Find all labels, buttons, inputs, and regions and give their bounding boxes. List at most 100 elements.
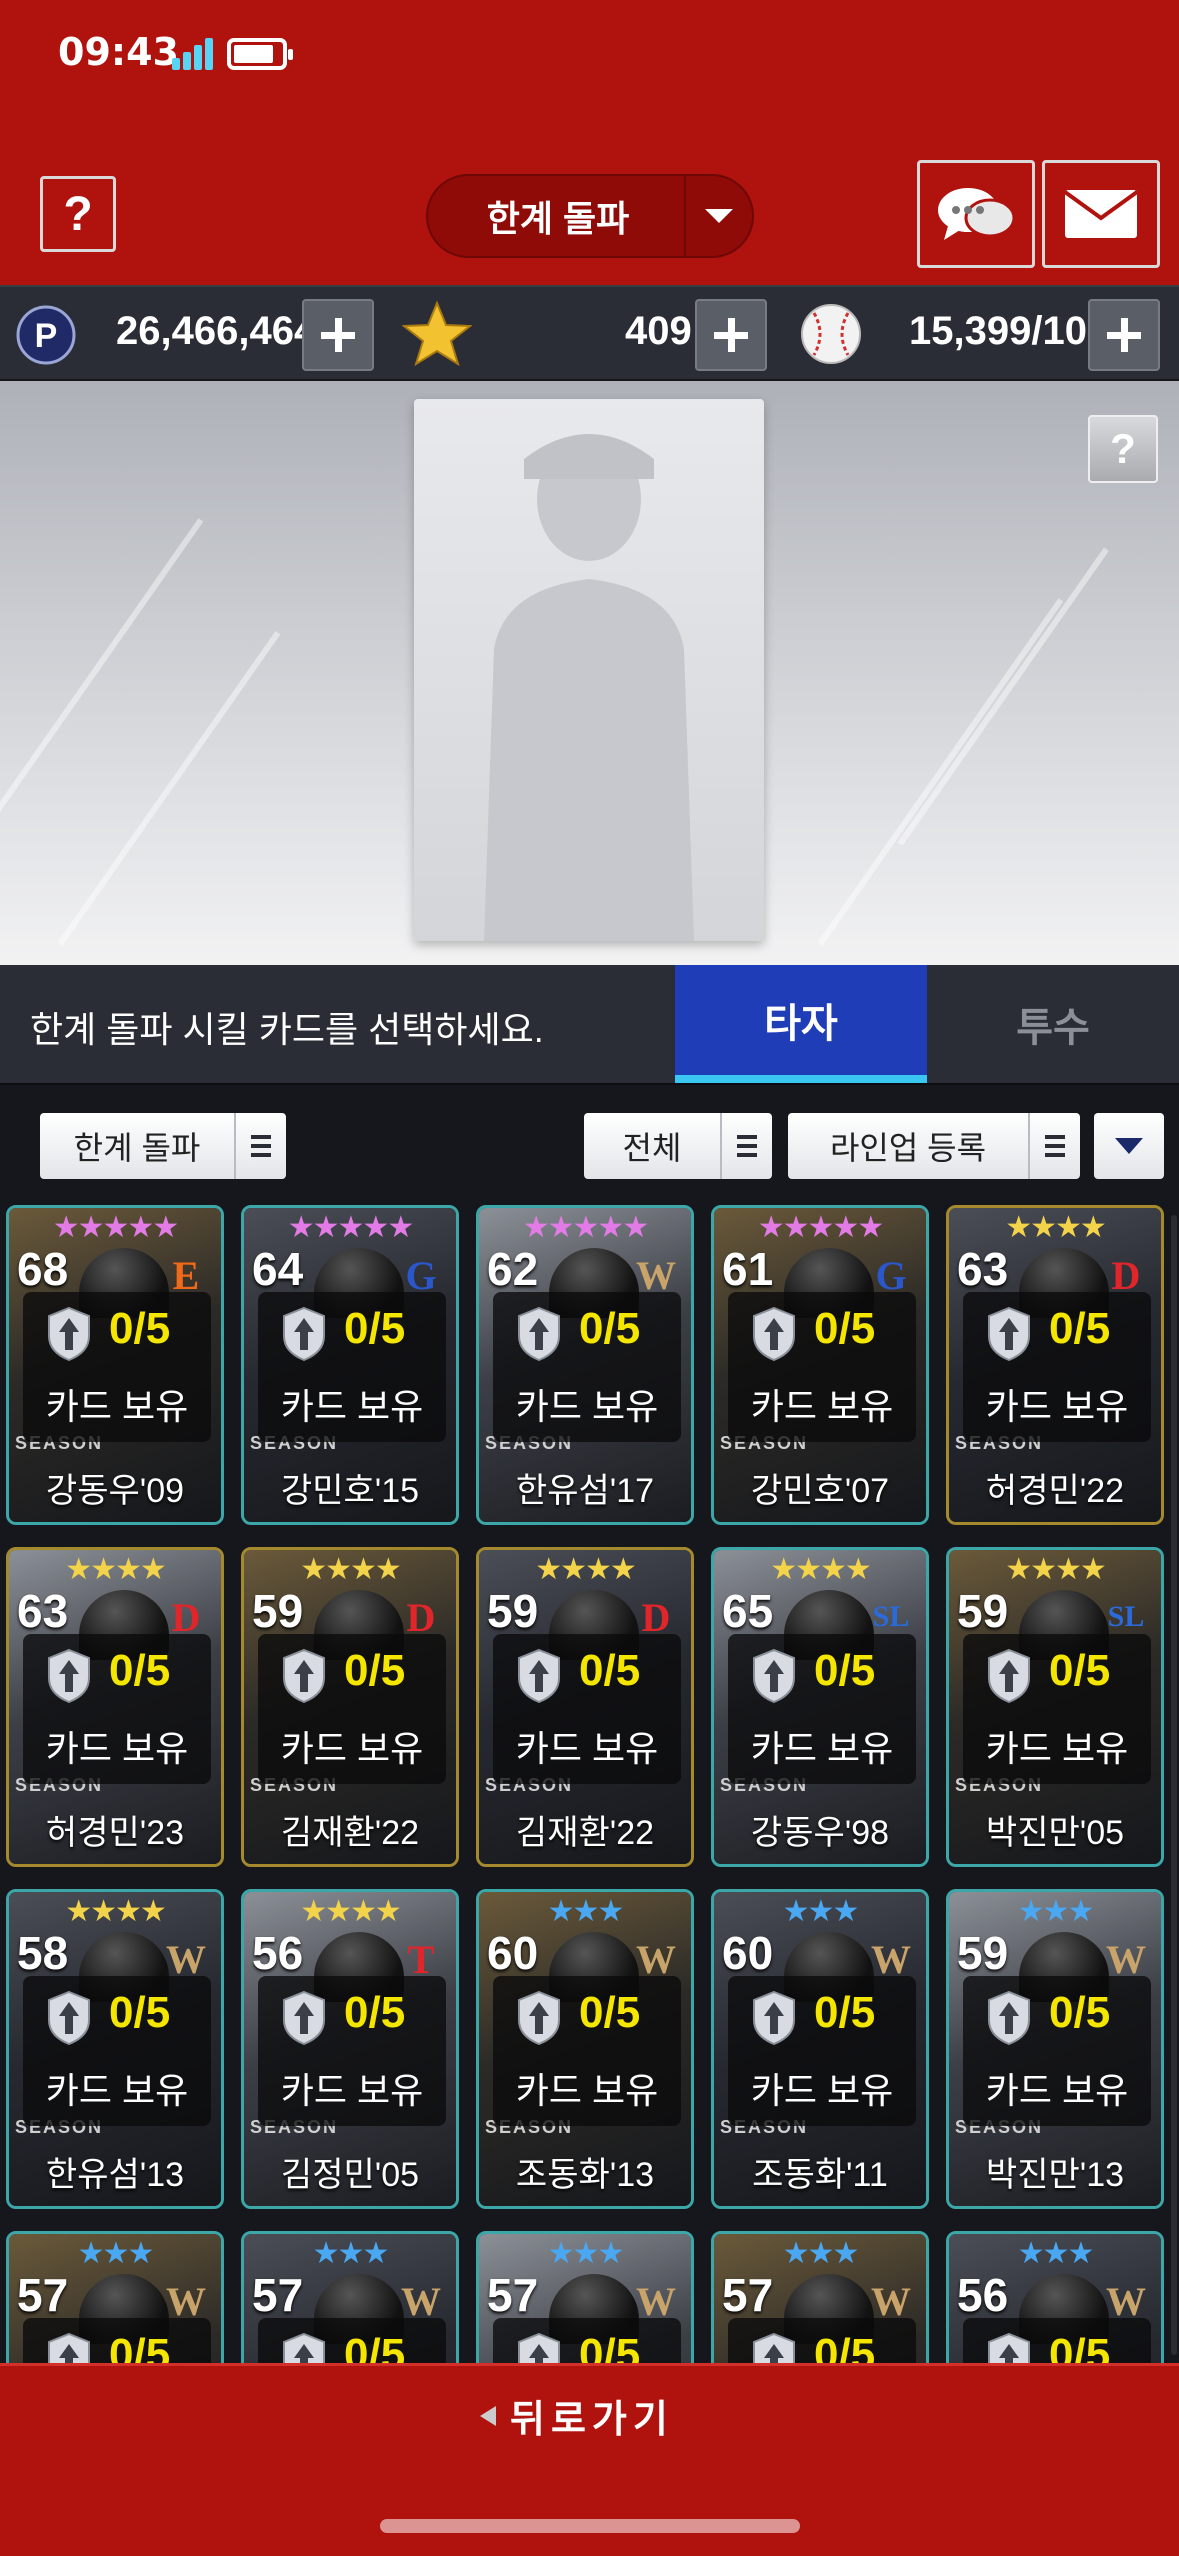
player-card[interactable]: ★★★56WSEASON0/5카드 보유 (946, 2231, 1164, 2363)
p-coin-icon: P (16, 305, 76, 365)
player-name: 강동우'09 (45, 1472, 185, 1510)
card-owned-label: 카드 보유 (750, 2070, 894, 2111)
points-value: 26,466,464 (116, 309, 317, 353)
player-card[interactable]: ★★★57WSEASON0/5카드 보유 (711, 2231, 929, 2363)
limit-break-count: 0/5 (344, 1646, 406, 1695)
player-card[interactable]: ★★★ 60 W SEASON 0/5 카드 보유 조동화'13 (476, 1889, 694, 2209)
limit-break-count: 0/5 (579, 1304, 641, 1353)
card-stars: ★★★ (77, 2236, 155, 2271)
card-status-overlay: 0/5카드 보유 (728, 1292, 916, 1442)
limit-break-count: 0/5 (1049, 1646, 1111, 1695)
card-owned-label: 카드 보유 (515, 2070, 659, 2111)
card-ovr: 65 (722, 1585, 774, 1637)
card-grid: ★★★★★ 68 E SEASON 0/5 카드 보유 강동우'09 ★★★★★ 64 G SEAS… (0, 1203, 1179, 2363)
limit-break-count: 0/5 (344, 1304, 406, 1353)
card-ovr: 62 (487, 1243, 539, 1295)
page-title: 한계 돌파 (486, 198, 630, 239)
player-card[interactable]: ★★★★ 59 SL SEASON 0/5 카드 보유 박진만'05 (946, 1547, 1164, 1867)
card-stars: ★★★ (1017, 2236, 1095, 2271)
player-card[interactable]: ★★★★★ 68 E SEASON 0/5 카드 보유 강동우'09 (6, 1205, 224, 1525)
card-status-overlay: 0/5카드 보유 (23, 1292, 211, 1442)
add-stars-button[interactable] (695, 299, 767, 371)
mode-filter-label: 한계 돌파 (73, 1130, 201, 1166)
card-stars: ★★★★ (300, 1552, 402, 1587)
player-card[interactable]: ★★★ 60 W SEASON 0/5 카드 보유 조동화'11 (711, 1889, 929, 2209)
player-card[interactable]: ★★★★ 59 D SEASON 0/5 카드 보유 김재환'22 (241, 1547, 459, 1867)
back-button[interactable]: 뒤로가기 (480, 2388, 674, 2443)
card-stars: ★★★★ (770, 1552, 872, 1587)
player-card[interactable]: ★★★★ 63 D SEASON 0/5 카드 보유 허경민'23 (6, 1547, 224, 1867)
player-card[interactable]: ★★★★ 58 W SEASON 0/5 카드 보유 한유섬'13 (6, 1889, 224, 2209)
chat-button[interactable] (917, 160, 1035, 268)
card-stars: ★★★ (547, 2236, 625, 2271)
help-button[interactable]: ? (40, 176, 116, 252)
tab-pitcher[interactable]: 투수 (927, 965, 1179, 1083)
card-ovr: 57 (252, 2269, 304, 2321)
selected-card-slot[interactable] (414, 399, 764, 941)
currency-bar: P 26,466,464 409 15,399/108 (0, 285, 1179, 381)
limit-break-icon (518, 2332, 560, 2363)
balls-value: 15,399/108 (909, 309, 1110, 353)
card-ovr: 63 (17, 1585, 69, 1637)
sort-dropdown-button[interactable] (1094, 1113, 1164, 1179)
limit-break-icon (518, 1648, 560, 1704)
limit-break-count: 0/5 (109, 1988, 171, 2037)
card-status-overlay: 0/5카드 보유 (493, 1634, 681, 1784)
player-name: 김재환'22 (280, 1814, 420, 1852)
mode-filter[interactable]: 한계 돌파 (40, 1113, 286, 1179)
chevron-down-icon[interactable] (684, 176, 752, 256)
limit-break-count: 0/5 (344, 1988, 406, 2037)
mode-selector[interactable]: 한계 돌파 (426, 174, 754, 258)
card-stars: ★★★★★ (52, 1210, 179, 1245)
limit-break-icon (48, 1648, 90, 1704)
player-card[interactable]: ★★★★ 63 D SEASON 0/5 카드 보유 허경민'22 (946, 1205, 1164, 1525)
card-status-overlay: 0/5카드 보유 (963, 1976, 1151, 2126)
battery-icon (227, 38, 293, 70)
player-card[interactable]: ★★★ 59 W SEASON 0/5 카드 보유 박진만'13 (946, 1889, 1164, 2209)
card-ovr: 59 (487, 1585, 539, 1637)
lineup-filter[interactable]: 라인업 등록 (788, 1113, 1080, 1179)
player-card[interactable]: ★★★57WSEASON0/5카드 보유 (6, 2231, 224, 2363)
card-status-overlay: 0/5카드 보유 (493, 1976, 681, 2126)
player-name: 강동우'98 (750, 1814, 890, 1852)
star-icon (402, 301, 472, 367)
card-status-overlay: 0/5카드 보유 (23, 1976, 211, 2126)
card-ovr: 60 (722, 1927, 774, 1979)
player-card[interactable]: ★★★57WSEASON0/5카드 보유 (476, 2231, 694, 2363)
chevron-down-icon (1115, 1138, 1143, 1154)
card-owned-label: 카드 보유 (515, 1728, 659, 1769)
limit-break-icon (48, 1306, 90, 1362)
scope-filter[interactable]: 전체 (584, 1113, 772, 1179)
card-ovr: 60 (487, 1927, 539, 1979)
card-stars: ★★★★★ (522, 1210, 649, 1245)
limit-break-icon (518, 1306, 560, 1362)
lineup-filter-label: 라인업 등록 (829, 1130, 987, 1166)
card-status-overlay: 0/5카드 보유 (23, 2318, 211, 2363)
showcase-help-button[interactable]: ? (1088, 415, 1158, 483)
tab-batter[interactable]: 타자 (675, 965, 927, 1083)
player-card[interactable]: ★★★★★ 64 G SEASON 0/5 카드 보유 강민호'15 (241, 1205, 459, 1525)
add-balls-button[interactable] (1088, 299, 1160, 371)
limit-break-count: 0/5 (109, 2330, 171, 2363)
card-ovr: 63 (957, 1243, 1009, 1295)
menu-icon (234, 1113, 286, 1179)
scrollbar[interactable] (1171, 1215, 1177, 2355)
card-stars: ★★★★ (1005, 1552, 1107, 1587)
chat-icon (938, 188, 1016, 240)
top-header: 09:43 ? 한계 돌파 (0, 0, 1179, 285)
limit-break-count: 0/5 (814, 2330, 876, 2363)
instruction-text: 한계 돌파 시킬 카드를 선택하세요. (30, 1009, 544, 1050)
player-card[interactable]: ★★★★ 56 T SEASON 0/5 카드 보유 김정민'05 (241, 1889, 459, 2209)
card-status-overlay: 0/5카드 보유 (963, 2318, 1151, 2363)
player-name: 박진만'05 (985, 1814, 1125, 1852)
player-card[interactable]: ★★★★★ 61 G SEASON 0/5 카드 보유 강민호'07 (711, 1205, 929, 1525)
player-card[interactable]: ★★★57WSEASON0/5카드 보유 (241, 2231, 459, 2363)
add-points-button[interactable] (302, 299, 374, 371)
player-card[interactable]: ★★★★ 65 SL SEASON 0/5 카드 보유 강동우'98 (711, 1547, 929, 1867)
card-stars: ★★★★ (300, 1894, 402, 1929)
menu-icon (1028, 1113, 1080, 1179)
player-card[interactable]: ★★★★ 59 D SEASON 0/5 카드 보유 김재환'22 (476, 1547, 694, 1867)
player-card[interactable]: ★★★★★ 62 W SEASON 0/5 카드 보유 한유섬'17 (476, 1205, 694, 1525)
card-status-overlay: 0/5카드 보유 (728, 1634, 916, 1784)
mail-button[interactable] (1042, 160, 1160, 268)
